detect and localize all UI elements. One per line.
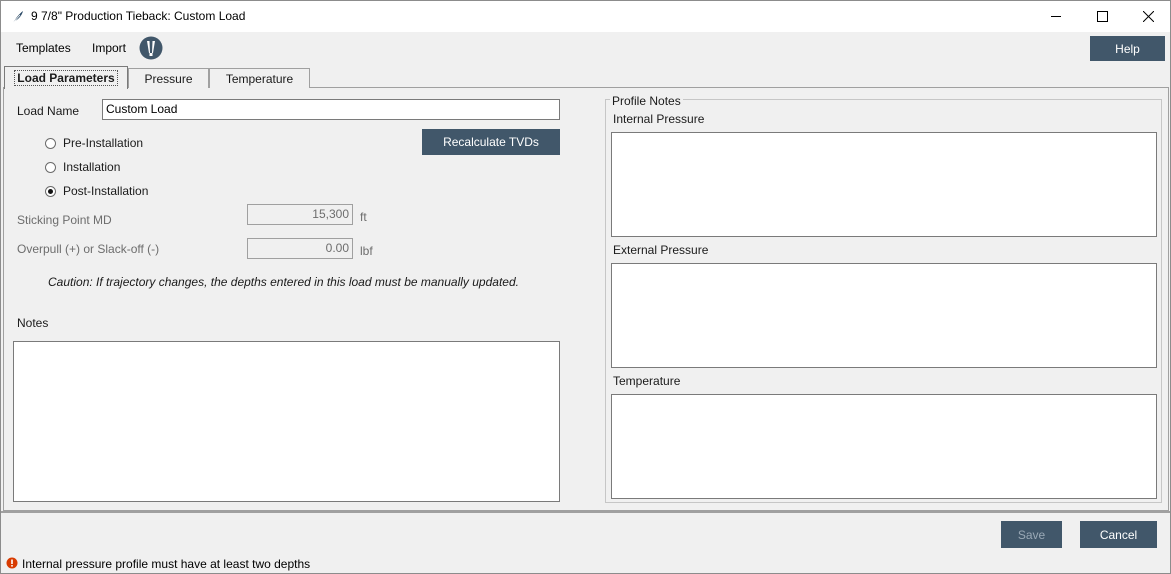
internal-pressure-textarea[interactable] xyxy=(611,132,1157,237)
notes-textarea[interactable] xyxy=(13,341,560,502)
status-message: Internal pressure profile must have at l… xyxy=(22,557,311,571)
window-title: 9 7/8" Production Tieback: Custom Load xyxy=(31,9,246,23)
overpull-label: Overpull (+) or Slack-off (-) xyxy=(17,242,160,256)
sticking-point-input: 15,300 xyxy=(247,204,353,225)
menu-import[interactable]: Import xyxy=(92,41,126,55)
radio-circle-checked xyxy=(45,185,56,197)
radio-label: Post-Installation xyxy=(63,184,149,198)
status-bar: Internal pressure profile must have at l… xyxy=(1,553,1170,573)
external-pressure-textarea[interactable] xyxy=(611,263,1157,368)
recalculate-tvds-button[interactable]: Recalculate TVDs xyxy=(422,129,560,155)
minimize-button[interactable] xyxy=(1033,1,1079,32)
caution-text: Caution: If trajectory changes, the dept… xyxy=(48,275,519,289)
tab-label: Load Parameters xyxy=(14,70,118,86)
help-button[interactable]: Help xyxy=(1090,36,1165,61)
maximize-icon xyxy=(1096,11,1108,22)
overpull-input: 0.00 xyxy=(247,238,353,259)
close-icon xyxy=(1142,11,1154,22)
overpull-unit: lbf xyxy=(360,244,373,258)
radio-circle xyxy=(45,161,56,173)
notes-label: Notes xyxy=(17,316,49,330)
save-button[interactable]: Save xyxy=(1001,521,1062,548)
tab-label: Pressure xyxy=(144,71,193,86)
radio-circle xyxy=(45,137,56,149)
radio-post-installation[interactable]: Post-Installation xyxy=(45,184,148,198)
internal-pressure-label: Internal Pressure xyxy=(613,112,705,126)
tab-load-parameters[interactable]: Load Parameters xyxy=(4,66,128,89)
minimize-icon xyxy=(1050,16,1061,17)
app-window: 9 7/8" Production Tieback: Custom Load T… xyxy=(0,0,1171,574)
feather-icon xyxy=(10,9,26,25)
radio-label: Pre-Installation xyxy=(63,136,144,150)
radio-pre-installation[interactable]: Pre-Installation xyxy=(45,136,143,150)
logo-icon[interactable] xyxy=(139,36,163,60)
load-name-input[interactable]: Custom Load xyxy=(102,99,560,120)
footer-separator xyxy=(1,511,1170,513)
radio-installation[interactable]: Installation xyxy=(45,160,120,174)
close-button[interactable] xyxy=(1125,1,1171,32)
sticking-point-unit: ft xyxy=(360,210,367,224)
title-bar[interactable]: 9 7/8" Production Tieback: Custom Load xyxy=(1,1,1170,32)
profile-notes-legend: Profile Notes xyxy=(610,94,683,108)
temperature-label: Temperature xyxy=(613,374,681,388)
tab-temperature[interactable]: Temperature xyxy=(209,68,310,88)
tab-pressure[interactable]: Pressure xyxy=(128,68,209,88)
temperature-textarea[interactable] xyxy=(611,394,1157,499)
maximize-button[interactable] xyxy=(1079,1,1125,32)
cancel-button[interactable]: Cancel xyxy=(1080,521,1157,548)
tab-label: Temperature xyxy=(225,71,294,86)
menu-templates[interactable]: Templates xyxy=(16,41,71,55)
error-icon xyxy=(6,557,18,569)
menu-bar: Templates Import xyxy=(1,32,1170,64)
external-pressure-label: External Pressure xyxy=(613,243,709,257)
load-name-label: Load Name xyxy=(17,104,80,118)
sticking-point-label: Sticking Point MD xyxy=(17,213,112,227)
radio-label: Installation xyxy=(63,160,121,174)
